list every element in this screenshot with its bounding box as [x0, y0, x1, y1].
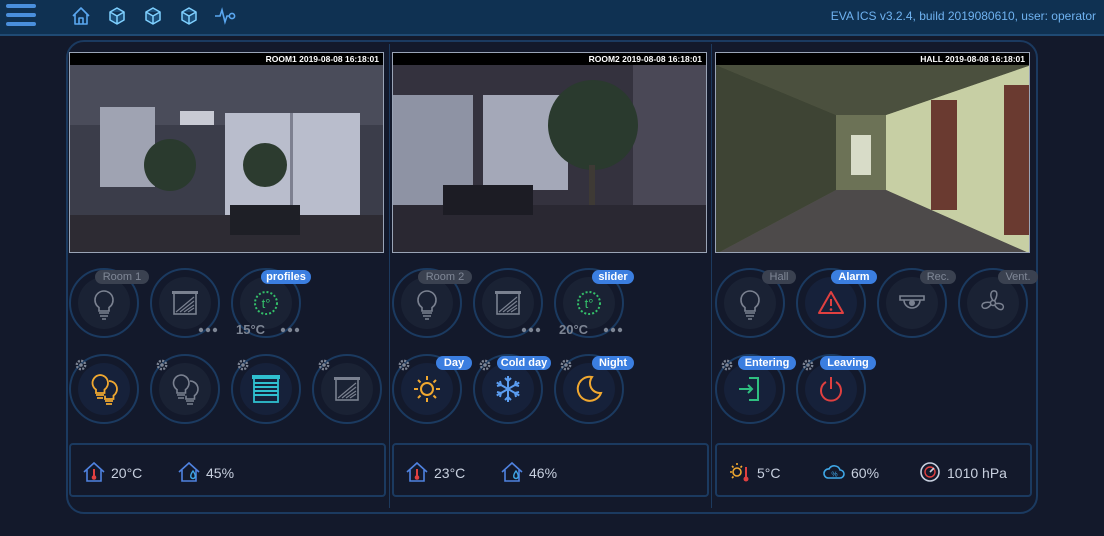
- gear-icon[interactable]: [720, 358, 734, 372]
- security-camera-icon: [899, 295, 925, 309]
- cube-icon[interactable]: [142, 5, 164, 27]
- scene-cold-day-tag: Cold day: [497, 356, 551, 370]
- camera-title: ROOM1 2019-08-08 16:18:01: [70, 53, 383, 65]
- column-divider: [389, 44, 390, 508]
- hall-leaving-tag: Leaving: [820, 356, 876, 370]
- scene-day-tag: Day: [436, 356, 472, 370]
- hall-label: Hall: [762, 270, 796, 284]
- more-dots-icon[interactable]: [603, 327, 623, 333]
- scene-night-tag: Night: [592, 356, 634, 370]
- room2-label: Room 2: [418, 270, 472, 284]
- hall-rec-tag: Rec.: [920, 270, 956, 284]
- room1-light-button[interactable]: [78, 277, 130, 329]
- gear-icon[interactable]: [236, 358, 250, 372]
- outdoor-pressure: 1010 hPa: [947, 465, 1007, 481]
- more-dots-icon[interactable]: [198, 327, 218, 333]
- camera-hall[interactable]: HALL 2019-08-08 16:18:01: [715, 52, 1030, 253]
- gear-icon[interactable]: [478, 358, 492, 372]
- sun-thermometer-icon: [730, 463, 749, 482]
- house-humidity-icon: [501, 461, 523, 482]
- more-dots-icon[interactable]: [521, 327, 541, 333]
- blinds-icon: [495, 291, 521, 315]
- room2-humidity: 46%: [529, 465, 558, 481]
- bulb-icon: [94, 290, 114, 320]
- hall-ventilation-button[interactable]: [967, 277, 1019, 329]
- warning-icon: [818, 291, 844, 314]
- bulb-icon: [417, 290, 437, 320]
- camera-image: [393, 65, 706, 252]
- gear-icon[interactable]: [559, 358, 573, 372]
- house-temperature-icon: [83, 461, 105, 482]
- gear-icon[interactable]: [801, 358, 815, 372]
- camera-title: HALL 2019-08-08 16:18:01: [716, 53, 1029, 65]
- camera-room1[interactable]: ROOM1 2019-08-08 16:18:01: [69, 52, 384, 253]
- blinds-icon: [172, 291, 198, 315]
- hall-alarm-tag: Alarm: [831, 270, 877, 284]
- room1-temperature: 20°C: [111, 465, 143, 481]
- gear-icon[interactable]: [317, 358, 331, 372]
- bulb-icon: [740, 290, 760, 320]
- room2-thermostat-tag: slider: [592, 270, 634, 284]
- camera-image: [70, 65, 383, 252]
- cube-icon[interactable]: [178, 5, 200, 27]
- house-temperature-icon: [406, 461, 428, 482]
- hall-light-button[interactable]: [724, 277, 776, 329]
- outdoor-humidity: 60%: [851, 465, 880, 481]
- top-bar: EVA ICS v3.2.4, build 2019080610, user: …: [0, 0, 1104, 36]
- camera-title: ROOM2 2019-08-08 16:18:01: [393, 53, 706, 65]
- gear-icon[interactable]: [397, 358, 411, 372]
- svg-text:t°: t°: [262, 296, 271, 311]
- hall-entering-tag: Entering: [738, 356, 796, 370]
- room2-temperature: 23°C: [434, 465, 466, 481]
- outdoor-temperature: 5°C: [757, 465, 781, 481]
- cube-icon[interactable]: [106, 5, 128, 27]
- room2-setpoint: 20°C: [559, 322, 589, 337]
- svg-text:t°: t°: [585, 296, 594, 311]
- hall-vent-tag: Vent.: [998, 270, 1038, 284]
- cloud-humidity-icon: %: [823, 465, 845, 479]
- camera-image: [716, 65, 1029, 252]
- home-icon[interactable]: [70, 5, 92, 27]
- room1-thermostat-tag: profiles: [261, 270, 311, 284]
- gear-icon[interactable]: [74, 358, 88, 372]
- gear-icon[interactable]: [155, 358, 169, 372]
- camera-room2[interactable]: ROOM2 2019-08-08 16:18:01: [392, 52, 707, 253]
- app-title: EVA ICS v3.2.4, build 2019080610, user: …: [830, 9, 1096, 23]
- svg-text:%: %: [831, 472, 837, 479]
- room1-humidity: 45%: [206, 465, 235, 481]
- fan-icon: [981, 290, 1005, 311]
- room2-light-button[interactable]: [401, 277, 453, 329]
- hamburger-menu-icon[interactable]: [6, 4, 36, 28]
- pulse-icon[interactable]: [214, 5, 236, 27]
- column-divider: [711, 44, 712, 508]
- hall-alarm-button[interactable]: [805, 277, 857, 329]
- more-dots-icon[interactable]: [280, 327, 300, 333]
- room1-blinds-button[interactable]: [159, 277, 211, 329]
- room1-setpoint: 15°C: [236, 322, 266, 337]
- room2-blinds-button[interactable]: [482, 277, 534, 329]
- room1-label: Room 1: [95, 270, 149, 284]
- house-humidity-icon: [178, 461, 200, 482]
- barometer-icon: [920, 462, 940, 482]
- hall-recording-button[interactable]: [886, 277, 938, 329]
